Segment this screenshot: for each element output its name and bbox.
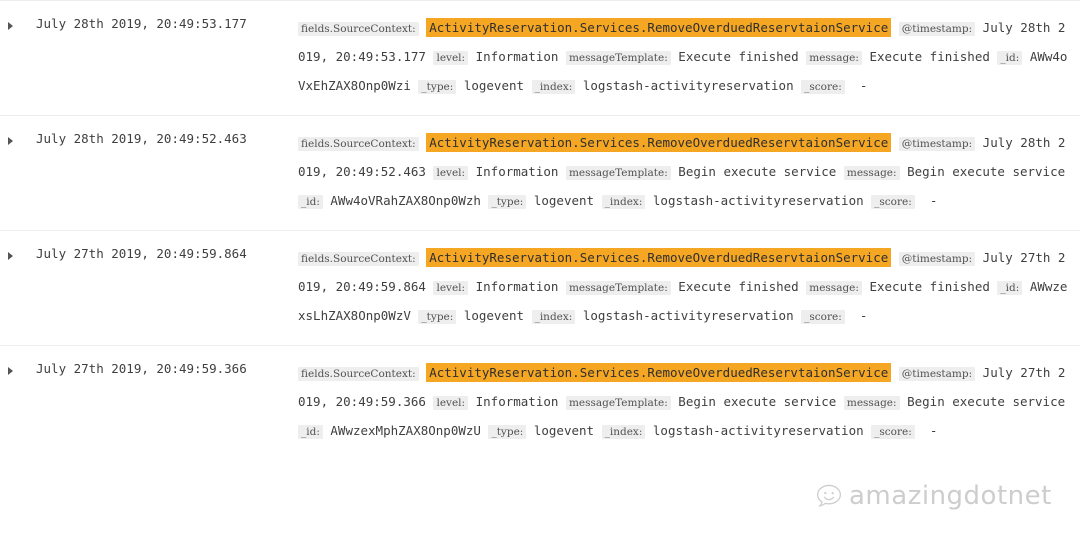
field-label-timestamp: @timestamp: <box>898 22 976 36</box>
field-label-message-template: messageTemplate: <box>565 166 671 180</box>
field-label-index: _index: <box>531 310 576 324</box>
row-timestamp: July 27th 2019, 20:49:59.864 <box>36 246 247 261</box>
table-row[interactable]: July 28th 2019, 20:49:52.463 fields.Sour… <box>0 115 1080 231</box>
field-value-index: logstash-activityreservation <box>652 423 864 438</box>
field-label-id: _id: <box>298 195 323 209</box>
field-label-source-context: fields.SourceContext: <box>298 252 419 266</box>
field-label-timestamp: @timestamp: <box>898 137 976 151</box>
field-label-message-template: messageTemplate: <box>565 281 671 295</box>
field-label-message: message: <box>806 281 862 295</box>
row-timestamp: July 28th 2019, 20:49:52.463 <box>36 131 247 146</box>
field-value-score: - <box>859 78 868 93</box>
field-value-message: Begin execute service <box>907 394 1066 409</box>
field-value-index: logstash-activityreservation <box>582 78 794 93</box>
field-value-level: Information <box>475 164 559 179</box>
expand-row-cell[interactable] <box>0 231 36 346</box>
field-value-message-template: Begin execute service <box>678 394 837 409</box>
watermark-text: amazingdotnet <box>849 481 1052 511</box>
caret-right-icon[interactable] <box>8 137 13 145</box>
field-value-message-template: Execute finished <box>678 279 799 294</box>
field-value-message: Execute finished <box>869 279 990 294</box>
field-value-source-context: ActivityReservation.Services.RemoveOverd… <box>426 133 892 152</box>
smiley-speech-bubble-icon <box>816 484 842 507</box>
expand-row-cell[interactable] <box>0 1 36 116</box>
expand-row-cell[interactable] <box>0 116 36 231</box>
field-value-type: logevent <box>463 308 525 323</box>
field-label-source-context: fields.SourceContext: <box>298 367 419 381</box>
field-label-index: _index: <box>601 425 646 439</box>
field-value-level: Information <box>475 394 559 409</box>
field-label-score: _score: <box>801 310 845 324</box>
row-source-fields: fields.SourceContext: ActivityReservatio… <box>298 1 1080 116</box>
field-label-type: _type: <box>418 310 457 324</box>
field-value-message: Execute finished <box>869 49 990 64</box>
table-row[interactable]: July 27th 2019, 20:49:59.366 fields.Sour… <box>0 345 1080 461</box>
field-label-message: message: <box>843 396 900 410</box>
field-value-score: - <box>859 308 868 323</box>
caret-right-icon[interactable] <box>8 367 13 375</box>
field-value-message-template: Begin execute service <box>678 164 837 179</box>
watermark: amazingdotnet <box>816 481 1052 511</box>
row-source-fields: fields.SourceContext: ActivityReservatio… <box>298 116 1080 231</box>
caret-right-icon[interactable] <box>8 22 13 30</box>
field-label-type: _type: <box>418 80 457 94</box>
expand-row-cell[interactable] <box>0 346 36 461</box>
field-label-timestamp: @timestamp: <box>898 367 976 381</box>
field-label-score: _score: <box>801 80 845 94</box>
log-document-table: July 28th 2019, 20:49:53.177 fields.Sour… <box>0 0 1080 460</box>
field-label-message-template: messageTemplate: <box>565 51 671 65</box>
field-label-id: _id: <box>997 281 1023 295</box>
table-row[interactable]: July 27th 2019, 20:49:59.864 fields.Sour… <box>0 230 1080 346</box>
field-label-type: _type: <box>488 195 527 209</box>
field-label-id: _id: <box>997 51 1023 65</box>
log-table-body: July 28th 2019, 20:49:53.177 fields.Sour… <box>0 0 1080 461</box>
row-source-fields: fields.SourceContext: ActivityReservatio… <box>298 231 1080 346</box>
field-label-id: _id: <box>298 425 323 439</box>
field-label-index: _index: <box>601 195 646 209</box>
field-value-id: AWwzexMphZAX8Onp0WzU <box>330 423 481 438</box>
field-label-level: level: <box>433 166 469 180</box>
field-value-type: logevent <box>533 193 595 208</box>
field-value-type: logevent <box>463 78 525 93</box>
row-timestamp: July 27th 2019, 20:49:59.366 <box>36 361 247 376</box>
field-label-type: _type: <box>488 425 527 439</box>
field-value-source-context: ActivityReservation.Services.RemoveOverd… <box>426 248 892 267</box>
caret-right-icon[interactable] <box>8 252 13 260</box>
field-value-index: logstash-activityreservation <box>582 308 794 323</box>
field-label-source-context: fields.SourceContext: <box>298 22 419 36</box>
field-value-level: Information <box>475 279 559 294</box>
field-label-message-template: messageTemplate: <box>565 396 671 410</box>
field-value-type: logevent <box>533 423 595 438</box>
table-row[interactable]: July 28th 2019, 20:49:53.177 fields.Sour… <box>0 0 1080 116</box>
field-label-message: message: <box>843 166 900 180</box>
field-value-id: AWw4oVRahZAX8Onp0Wzh <box>330 193 481 208</box>
field-value-source-context: ActivityReservation.Services.RemoveOverd… <box>426 18 892 37</box>
field-value-message-template: Execute finished <box>678 49 799 64</box>
field-label-message: message: <box>806 51 862 65</box>
field-label-level: level: <box>433 51 469 65</box>
field-label-score: _score: <box>871 195 915 209</box>
field-value-score: - <box>929 423 938 438</box>
field-label-level: level: <box>433 396 469 410</box>
field-value-index: logstash-activityreservation <box>652 193 864 208</box>
field-value-source-context: ActivityReservation.Services.RemoveOverd… <box>426 363 892 382</box>
field-value-score: - <box>929 193 938 208</box>
field-value-message: Begin execute service <box>907 164 1066 179</box>
row-source-fields: fields.SourceContext: ActivityReservatio… <box>298 346 1080 461</box>
field-label-index: _index: <box>531 80 576 94</box>
field-label-source-context: fields.SourceContext: <box>298 137 419 151</box>
field-label-score: _score: <box>871 425 915 439</box>
field-label-level: level: <box>433 281 469 295</box>
row-timestamp: July 28th 2019, 20:49:53.177 <box>36 16 247 31</box>
field-label-timestamp: @timestamp: <box>898 252 976 266</box>
field-value-level: Information <box>475 49 559 64</box>
